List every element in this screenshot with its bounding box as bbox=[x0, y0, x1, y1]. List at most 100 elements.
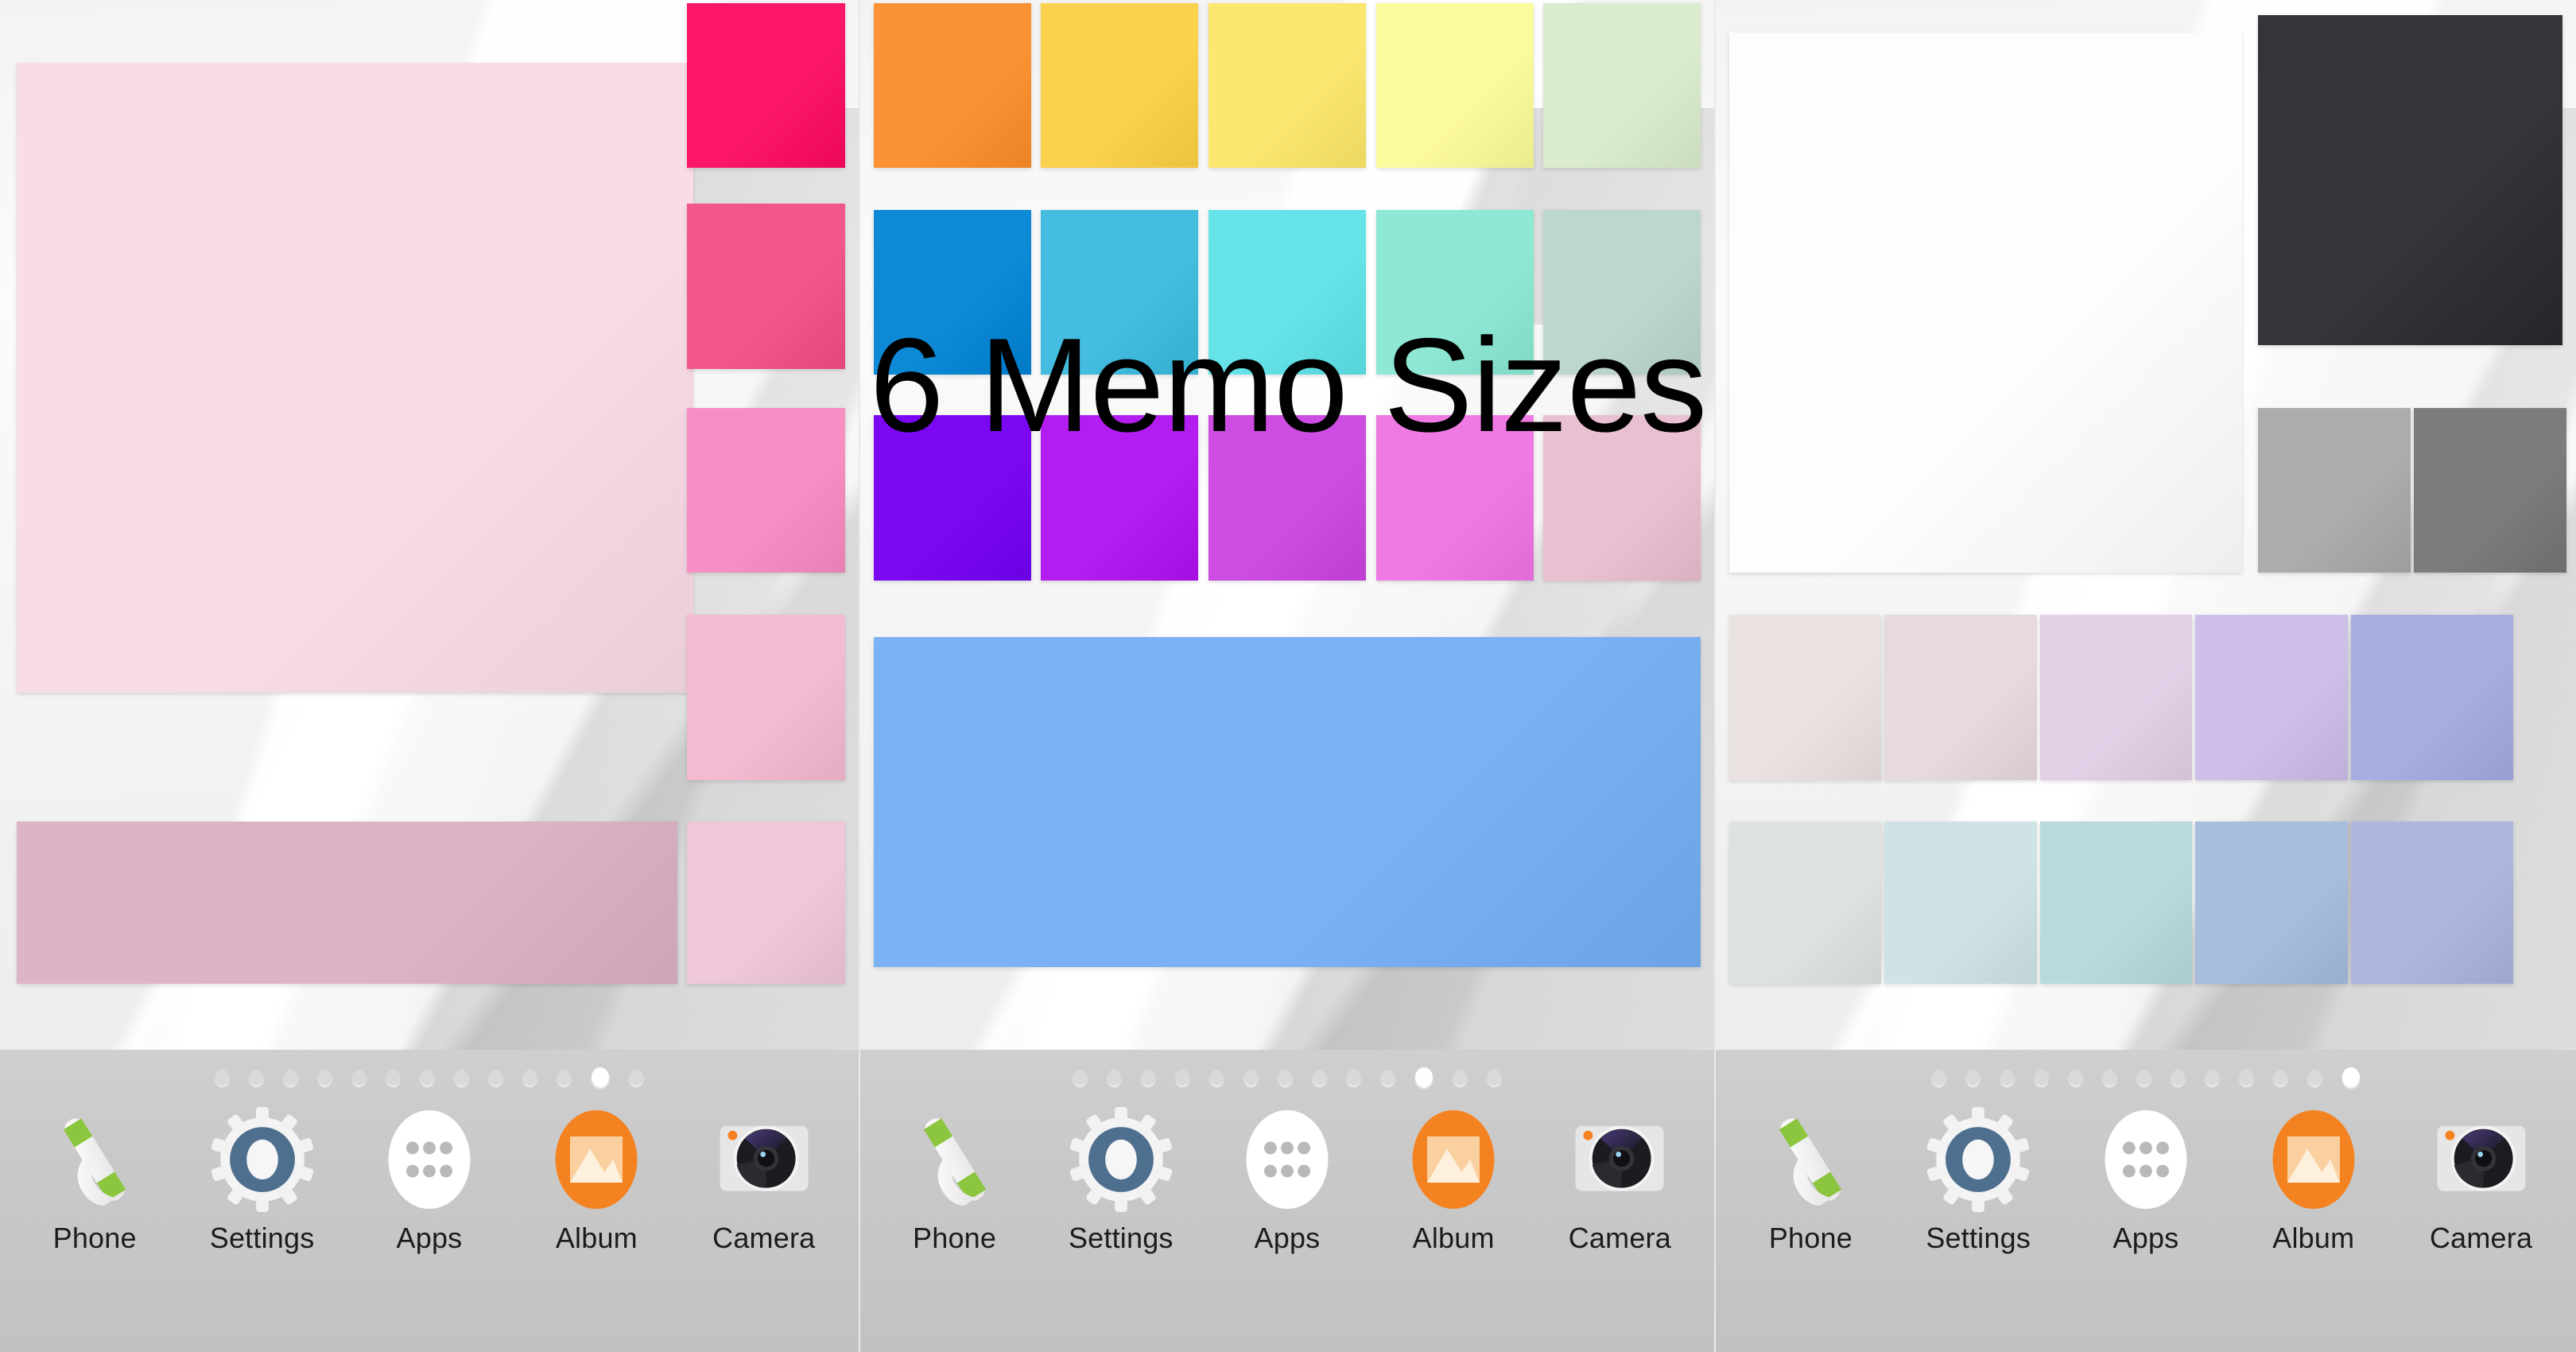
page-dot[interactable] bbox=[557, 1069, 571, 1086]
dock-app-camera[interactable]: Camera bbox=[2406, 1107, 2557, 1255]
memo-tile[interactable] bbox=[687, 822, 846, 985]
memo-tile[interactable] bbox=[2351, 615, 2513, 780]
page-dot[interactable] bbox=[2137, 1069, 2151, 1086]
album-icon[interactable] bbox=[544, 1107, 649, 1212]
gear-icon[interactable] bbox=[1926, 1107, 2031, 1212]
memo-tile[interactable] bbox=[1208, 2, 1367, 169]
page-dot[interactable] bbox=[386, 1069, 400, 1086]
page-dot[interactable] bbox=[2000, 1069, 2014, 1086]
page-dot[interactable] bbox=[2274, 1069, 2287, 1086]
page-dot-active[interactable] bbox=[592, 1067, 609, 1087]
phone-icon[interactable] bbox=[902, 1107, 1007, 1212]
page-dot[interactable] bbox=[1381, 1069, 1395, 1086]
memo-tile[interactable] bbox=[687, 204, 846, 369]
page-dot[interactable] bbox=[318, 1069, 332, 1086]
memo-tile[interactable] bbox=[1041, 415, 1199, 581]
page-dot[interactable] bbox=[523, 1069, 537, 1086]
memo-tile[interactable] bbox=[2414, 407, 2566, 573]
memo-tile[interactable] bbox=[1543, 415, 1701, 581]
page-dot-active[interactable] bbox=[2342, 1067, 2360, 1087]
memo-tile[interactable] bbox=[1728, 822, 1882, 985]
memo-tile[interactable] bbox=[16, 822, 677, 985]
memo-tile[interactable] bbox=[2258, 407, 2411, 573]
page-dot[interactable] bbox=[2206, 1069, 2219, 1086]
memo-tile[interactable] bbox=[1041, 2, 1199, 169]
memo-tile[interactable] bbox=[1543, 210, 1701, 375]
page-dot[interactable] bbox=[2035, 1069, 2048, 1086]
memo-tile[interactable] bbox=[687, 2, 846, 169]
page-dot[interactable] bbox=[2103, 1069, 2116, 1086]
apps-grid-icon[interactable] bbox=[377, 1107, 482, 1212]
page-indicator[interactable] bbox=[0, 1067, 859, 1087]
memo-tile[interactable] bbox=[1884, 615, 2037, 780]
memo-tile[interactable] bbox=[873, 637, 1701, 968]
dock-app-apps[interactable]: Apps bbox=[354, 1107, 505, 1255]
page-indicator[interactable] bbox=[860, 1067, 1714, 1087]
phone-icon[interactable] bbox=[1758, 1107, 1863, 1212]
dock-app-settings[interactable]: Settings bbox=[187, 1107, 338, 1255]
memo-tile[interactable] bbox=[687, 407, 846, 573]
memo-tile[interactable] bbox=[2195, 615, 2348, 780]
page-dot[interactable] bbox=[1108, 1069, 1121, 1086]
dock-app-apps[interactable]: Apps bbox=[1212, 1107, 1363, 1255]
page-dot[interactable] bbox=[1073, 1069, 1087, 1086]
dock-app-phone[interactable]: Phone bbox=[1735, 1107, 1886, 1255]
page-dot[interactable] bbox=[250, 1069, 263, 1086]
apps-grid-icon[interactable] bbox=[2093, 1107, 2198, 1212]
page-dot[interactable] bbox=[352, 1069, 366, 1086]
memo-tile[interactable] bbox=[2039, 615, 2193, 780]
page-dot[interactable] bbox=[2069, 1069, 2082, 1086]
page-indicator[interactable] bbox=[1716, 1067, 2576, 1087]
memo-tile[interactable] bbox=[1728, 33, 2242, 573]
memo-tile[interactable] bbox=[1375, 210, 1534, 375]
memo-tile[interactable] bbox=[1041, 210, 1199, 375]
page-dot[interactable] bbox=[1966, 1069, 1980, 1086]
page-dot[interactable] bbox=[1488, 1069, 1501, 1086]
page-dot[interactable] bbox=[1313, 1069, 1326, 1086]
page-dot[interactable] bbox=[2240, 1069, 2253, 1086]
page-dot[interactable] bbox=[1210, 1069, 1224, 1086]
memo-tile[interactable] bbox=[2195, 822, 2348, 985]
page-dot[interactable] bbox=[1142, 1069, 1155, 1086]
page-dot[interactable] bbox=[1347, 1069, 1360, 1086]
apps-grid-icon[interactable] bbox=[1235, 1107, 1340, 1212]
memo-tile[interactable] bbox=[1375, 2, 1534, 169]
album-icon[interactable] bbox=[2261, 1107, 2366, 1212]
camera-icon[interactable] bbox=[712, 1107, 817, 1212]
dock-app-camera[interactable]: Camera bbox=[689, 1107, 840, 1255]
dock-app-settings[interactable]: Settings bbox=[1046, 1107, 1197, 1255]
memo-tile[interactable] bbox=[687, 615, 846, 780]
dock-app-album[interactable]: Album bbox=[1378, 1107, 1529, 1255]
dock-app-apps[interactable]: Apps bbox=[2070, 1107, 2221, 1255]
memo-tile[interactable] bbox=[16, 63, 694, 693]
dock-app-settings[interactable]: Settings bbox=[1903, 1107, 2054, 1255]
dock-app-phone[interactable]: Phone bbox=[19, 1107, 170, 1255]
page-dot[interactable] bbox=[630, 1069, 643, 1086]
page-dot[interactable] bbox=[2308, 1069, 2322, 1086]
gear-icon[interactable] bbox=[210, 1107, 315, 1212]
page-dot[interactable] bbox=[489, 1069, 502, 1086]
page-dot[interactable] bbox=[1176, 1069, 1189, 1086]
page-dot[interactable] bbox=[1244, 1069, 1258, 1086]
memo-tile[interactable] bbox=[1884, 822, 2037, 985]
memo-tile[interactable] bbox=[1208, 210, 1367, 375]
album-icon[interactable] bbox=[1401, 1107, 1506, 1212]
page-dot[interactable] bbox=[2171, 1069, 2185, 1086]
memo-tile[interactable] bbox=[1728, 615, 1882, 780]
memo-tile[interactable] bbox=[873, 2, 1031, 169]
dock-app-album[interactable]: Album bbox=[521, 1107, 672, 1255]
page-dot-active[interactable] bbox=[1415, 1067, 1433, 1087]
memo-tile[interactable] bbox=[2039, 822, 2193, 985]
camera-icon[interactable] bbox=[1567, 1107, 1672, 1212]
memo-tile[interactable] bbox=[1543, 2, 1701, 169]
gear-icon[interactable] bbox=[1069, 1107, 1174, 1212]
memo-tile[interactable] bbox=[873, 210, 1031, 375]
memo-tile[interactable] bbox=[873, 415, 1031, 581]
dock-app-phone[interactable]: Phone bbox=[879, 1107, 1030, 1255]
memo-tile[interactable] bbox=[1208, 415, 1367, 581]
page-dot[interactable] bbox=[421, 1069, 434, 1086]
memo-tile[interactable] bbox=[2351, 822, 2513, 985]
page-dot[interactable] bbox=[1278, 1069, 1292, 1086]
memo-tile[interactable] bbox=[2258, 14, 2563, 345]
dock-app-album[interactable]: Album bbox=[2238, 1107, 2389, 1255]
